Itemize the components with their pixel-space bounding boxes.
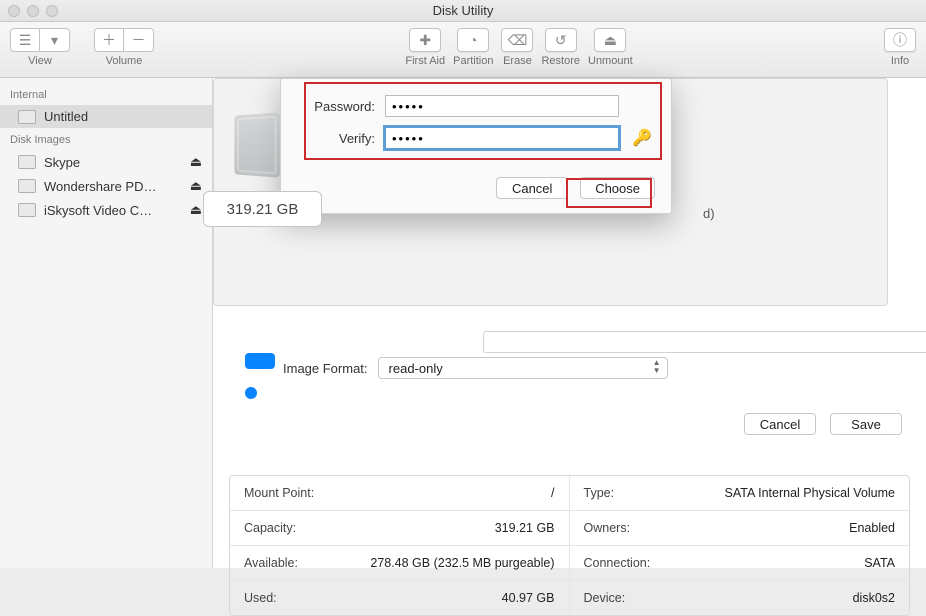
verify-label: Verify: — [297, 131, 375, 146]
sidebar-item-label: Untitled — [44, 109, 202, 124]
tb-label-firstaid: First Aid — [405, 55, 445, 67]
sidebar-item-skype[interactable]: Skype ⏏ — [0, 150, 212, 174]
info-button[interactable]: ⓘ — [884, 28, 916, 52]
capacity-badge: 319.21 GB — [203, 191, 322, 227]
sheet-cancel-button[interactable]: Cancel — [496, 177, 568, 199]
item-indicator — [245, 353, 275, 369]
erase-icon: ⌫ — [508, 32, 528, 49]
eject-icon: ⏏ — [604, 32, 617, 49]
password-sheet: Password: Verify: 🔑 Cancel Choose — [280, 78, 672, 214]
item-dot — [245, 387, 257, 399]
traffic-max[interactable] — [46, 5, 58, 17]
select-arrows-icon: ▲▼ — [653, 359, 661, 375]
info-value: SATA Internal Physical Volume — [725, 486, 895, 500]
tb-label-view: View — [28, 55, 52, 67]
info-key: Capacity: — [244, 521, 296, 535]
restore-button[interactable]: ↺ — [545, 28, 577, 52]
traffic-min[interactable] — [27, 5, 39, 17]
disk-large-icon — [234, 112, 280, 177]
image-format-select[interactable]: read-only ▲▼ — [378, 357, 668, 379]
section-internal: Internal — [0, 83, 212, 105]
firstaid-icon: ✚ — [419, 32, 431, 49]
tb-label-volume: Volume — [106, 55, 143, 67]
name-field-bg[interactable] — [483, 331, 926, 353]
key-assistant-button[interactable]: 🔑 — [629, 127, 655, 149]
eject-icon[interactable]: ⏏ — [190, 178, 202, 194]
traffic-close[interactable] — [8, 5, 20, 17]
info-key: Owners: — [584, 521, 631, 535]
sidebar-item-label: iSkysoft Video C… — [44, 203, 182, 218]
info-key: Connection: — [584, 556, 651, 570]
unmount-button[interactable]: ⏏ — [594, 28, 626, 52]
volume-segmented[interactable]: ＋ － — [94, 28, 154, 52]
disk-icon — [18, 203, 36, 217]
password-label: Password: — [297, 99, 375, 114]
info-key: Mount Point: — [244, 486, 314, 500]
save-button[interactable]: Save — [830, 413, 902, 435]
info-value: 319.21 GB — [495, 521, 555, 535]
chevron-down-icon: ▾ — [51, 32, 58, 49]
disk-icon — [18, 155, 36, 169]
info-value: / — [551, 486, 554, 500]
cancel-button[interactable]: Cancel — [744, 413, 816, 435]
sidebar-icon: ☰ — [19, 32, 32, 49]
partition-button[interactable]: ◔ — [457, 28, 489, 52]
image-format-value: read-only — [389, 361, 443, 376]
info-value: Enabled — [849, 521, 895, 535]
info-key: Used: — [244, 591, 277, 605]
disk-icon — [18, 179, 36, 193]
trailing-text: d) — [703, 206, 926, 221]
section-diskimages: Disk Images — [0, 128, 212, 150]
sidebar-item-untitled[interactable]: Untitled — [0, 105, 212, 128]
info-value: 40.97 GB — [502, 591, 555, 605]
sidebar-item-label: Skype — [44, 155, 182, 170]
erase-button[interactable]: ⌫ — [501, 28, 533, 52]
firstaid-button[interactable]: ✚ — [409, 28, 441, 52]
verify-input[interactable] — [385, 127, 619, 149]
disk-icon — [18, 110, 36, 124]
sheet-choose-button[interactable]: Choose — [580, 177, 655, 199]
sidebar-item-iskysoft[interactable]: iSkysoft Video C… ⏏ — [0, 198, 212, 222]
sidebar-item-label: Wondershare PD… — [44, 179, 182, 194]
volume-add-icon: ＋ — [102, 30, 116, 50]
partition-icon: ◔ — [469, 32, 477, 48]
window-title: Disk Utility — [433, 3, 494, 18]
tb-label-partition: Partition — [453, 55, 493, 67]
info-key: Device: — [584, 591, 626, 605]
volume-remove-icon: － — [132, 30, 146, 50]
tb-label-info: Info — [891, 55, 909, 67]
view-segmented[interactable]: ☰ ▾ — [10, 28, 70, 52]
tb-label-restore: Restore — [541, 55, 580, 67]
eject-icon[interactable]: ⏏ — [190, 202, 202, 218]
eject-icon[interactable]: ⏏ — [190, 154, 202, 170]
info-key: Available: — [244, 556, 298, 570]
sidebar-item-wondershare[interactable]: Wondershare PD… ⏏ — [0, 174, 212, 198]
info-value: disk0s2 — [853, 591, 895, 605]
tb-label-erase: Erase — [503, 55, 532, 67]
image-format-label: Image Format: — [283, 361, 368, 376]
info-icon: ⓘ — [893, 30, 907, 50]
info-key: Type: — [584, 486, 615, 500]
password-input[interactable] — [385, 95, 619, 117]
info-value: 278.48 GB (232.5 MB purgeable) — [370, 556, 554, 570]
key-icon: 🔑 — [632, 128, 652, 148]
info-value: SATA — [864, 556, 895, 570]
tb-label-unmount: Unmount — [588, 55, 633, 67]
restore-icon: ↺ — [555, 32, 567, 49]
